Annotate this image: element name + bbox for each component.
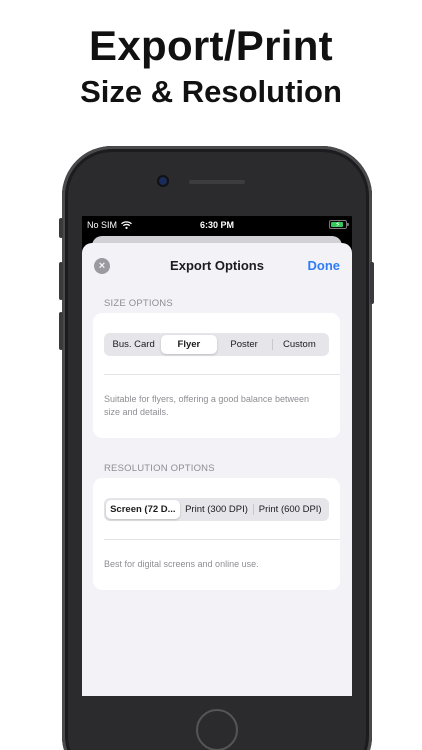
status-bar: No SIM 6:30 PM ⚡ (82, 216, 352, 234)
phone-power-button (370, 262, 374, 304)
battery-icon: ⚡ (329, 220, 349, 229)
phone-volume-down (59, 312, 63, 350)
resolution-options-header: RESOLUTION OPTIONS (104, 463, 215, 474)
size-segment-bus-card[interactable]: Bus. Card (106, 335, 161, 354)
home-button[interactable] (196, 709, 238, 750)
phone-volume-up (59, 262, 63, 300)
size-options-header: SIZE OPTIONS (104, 298, 173, 309)
resolution-description: Best for digital screens and online use. (104, 559, 259, 569)
size-segment-poster[interactable]: Poster (217, 335, 272, 354)
size-description: Suitable for flyers, offering a good bal… (104, 394, 309, 417)
resolution-card-divider (104, 539, 340, 540)
resolution-segmented-control: Screen (72 D... Print (300 DPI) Print (6… (104, 498, 329, 521)
resolution-segment-print-600[interactable]: Print (600 DPI) (253, 500, 327, 519)
size-card-divider (104, 374, 340, 375)
promo-subtitle: Size & Resolution (80, 74, 342, 109)
size-segment-flyer[interactable]: Flyer (161, 335, 217, 354)
resolution-segment-print-300[interactable]: Print (300 DPI) (180, 500, 254, 519)
size-segment-custom[interactable]: Custom (271, 335, 327, 354)
promo-title: Export/Print (89, 22, 333, 69)
done-button[interactable]: Done (308, 258, 341, 273)
resolution-segment-screen[interactable]: Screen (72 D... (106, 500, 180, 519)
phone-screen: No SIM 6:30 PM ⚡ × Export Options Done S… (82, 216, 352, 696)
resolution-options-card: Screen (72 D... Print (300 DPI) Print (6… (93, 478, 340, 590)
export-options-sheet: × Export Options Done SIZE OPTIONS Bus. … (82, 243, 352, 696)
size-options-card: Bus. Card Flyer Poster Custom Suitable f… (93, 313, 340, 438)
charging-bolt-icon: ⚡ (335, 220, 341, 229)
earpiece-speaker (189, 180, 245, 184)
phone-silent-switch (59, 218, 63, 238)
status-time: 6:30 PM (199, 220, 234, 230)
size-segmented-control: Bus. Card Flyer Poster Custom (104, 333, 329, 356)
front-camera (159, 177, 167, 185)
